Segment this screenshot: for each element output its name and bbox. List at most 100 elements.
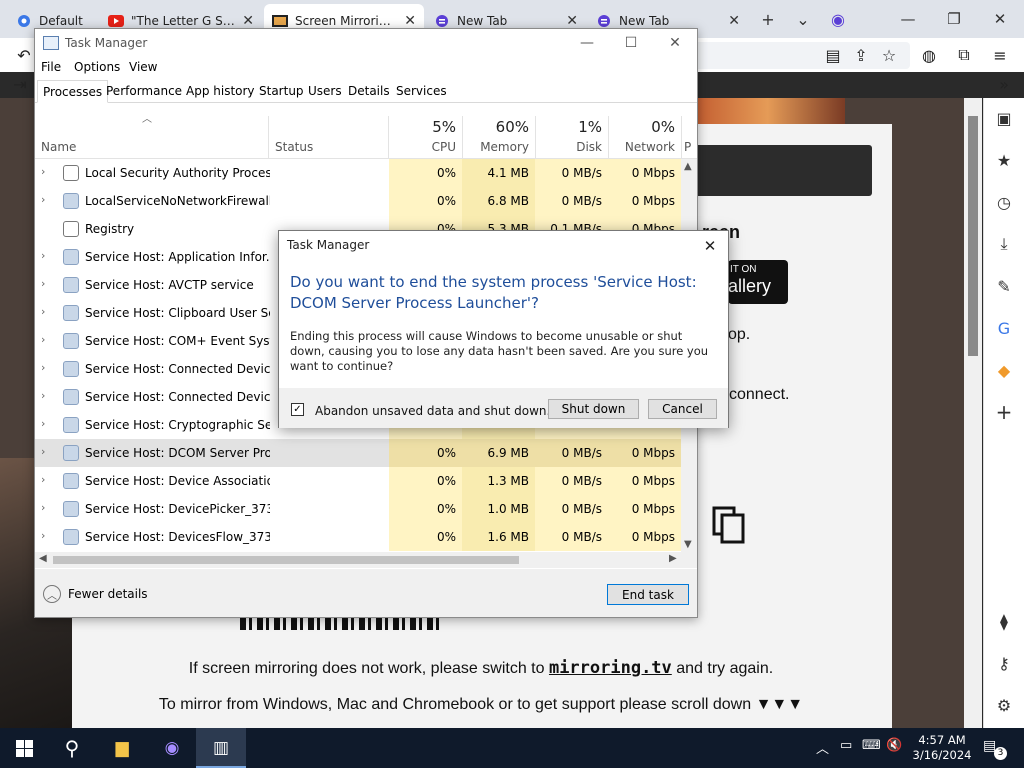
puzzle-icon[interactable]: ⧫: [993, 610, 1015, 632]
tablet-icon[interactable]: ▭: [840, 738, 852, 753]
tm-minimize-button[interactable]: —: [565, 31, 609, 55]
fewer-details-link[interactable]: Fewer details: [68, 587, 148, 601]
mirroring-tv-link[interactable]: mirroring.tv: [549, 658, 672, 678]
tm-close-button[interactable]: ✕: [653, 31, 697, 55]
column-divider[interactable]: [681, 116, 682, 159]
page-scrollbar[interactable]: [964, 98, 982, 728]
process-row[interactable]: › Service Host: DevicesFlow_37333 0% 1.6 MB…: [35, 523, 681, 551]
abandon-data-checkbox[interactable]: ✓: [291, 403, 304, 416]
tm-maximize-button[interactable]: ☐: [609, 31, 653, 55]
expand-chevron-icon[interactable]: ›: [41, 501, 45, 514]
translate-icon[interactable]: G: [993, 317, 1015, 339]
expand-chevron-icon[interactable]: ›: [41, 193, 45, 206]
expand-chevron-icon[interactable]: ›: [41, 529, 45, 542]
page-scrollbar-thumb[interactable]: [968, 116, 978, 356]
tab-close-icon[interactable]: ✕: [404, 13, 416, 29]
briefcase-icon[interactable]: ▣: [993, 107, 1015, 129]
process-row[interactable]: › Service Host: Device Associatio... 0% 1.3…: [35, 467, 681, 495]
favorites-star-icon[interactable]: ★: [993, 149, 1015, 171]
task-manager-titlebar[interactable]: Task Manager — ☐ ✕: [35, 29, 697, 57]
tab-performance[interactable]: Performance: [101, 80, 187, 103]
expand-sidebar-icon[interactable]: »: [992, 72, 1016, 96]
dialog-close-button[interactable]: ✕: [698, 234, 722, 258]
scroll-down-icon[interactable]: ▼: [684, 539, 692, 550]
process-row[interactable]: › Local Security Authority Process... 0% 4.…: [35, 159, 681, 187]
tray-overflow-chevron-icon[interactable]: ︿: [816, 738, 829, 757]
menu-file[interactable]: File: [41, 60, 61, 74]
sort-arrow-icon[interactable]: ︿: [142, 110, 152, 125]
expand-chevron-icon[interactable]: ›: [41, 473, 45, 486]
pen-icon[interactable]: ✎: [993, 275, 1015, 297]
tab-close-icon[interactable]: ✕: [728, 13, 740, 29]
expand-chevron-icon[interactable]: ›: [41, 445, 45, 458]
process-list-hscrollbar[interactable]: ◀ ▶: [35, 552, 697, 568]
reader-mode-icon[interactable]: ▤: [821, 43, 845, 67]
extension-leaf-icon[interactable]: ◆: [993, 359, 1015, 381]
expand-chevron-icon[interactable]: ›: [41, 249, 45, 262]
hscroll-thumb[interactable]: [53, 556, 519, 564]
tab-details[interactable]: Details: [343, 80, 395, 103]
extensions-icon[interactable]: ⧉: [952, 43, 976, 67]
key-icon[interactable]: ⚷: [993, 652, 1015, 674]
scroll-left-icon[interactable]: ◀: [39, 553, 47, 564]
expand-chevron-icon[interactable]: ›: [41, 333, 45, 346]
column-name[interactable]: Name: [41, 140, 76, 154]
file-explorer-icon[interactable]: ▆: [108, 734, 136, 762]
browser-logo-icon[interactable]: ◉: [827, 8, 849, 30]
menu-view[interactable]: View: [129, 60, 157, 74]
tab-processes[interactable]: Processes: [37, 80, 109, 103]
windows-start-icon[interactable]: [10, 734, 38, 762]
account-icon[interactable]: ◍: [917, 43, 941, 67]
tab-services[interactable]: Services: [391, 80, 452, 103]
column-network[interactable]: Network: [608, 140, 675, 154]
downloads-icon[interactable]: ⤓: [993, 233, 1015, 255]
menu-options[interactable]: Options: [74, 60, 120, 74]
column-cpu[interactable]: CPU: [389, 140, 456, 154]
sidebar-toggle-icon[interactable]: ⇥: [8, 72, 32, 96]
column-status[interactable]: Status: [275, 140, 313, 154]
add-sidebar-icon[interactable]: +: [993, 400, 1015, 424]
expand-chevron-icon[interactable]: ›: [41, 361, 45, 374]
new-tab-button[interactable]: +: [757, 8, 779, 30]
history-clock-icon[interactable]: ◷: [993, 191, 1015, 213]
minimize-button[interactable]: —: [886, 6, 930, 32]
tab-startup[interactable]: Startup: [254, 80, 309, 103]
settings-gear-icon[interactable]: ⚙: [993, 694, 1015, 716]
process-row[interactable]: › LocalServiceNoNetworkFirewall ... 0% 6.8 …: [35, 187, 681, 215]
taskbar-clock[interactable]: 4:57 AM 3/16/2024: [912, 733, 972, 763]
volume-muted-icon[interactable]: 🔇: [886, 738, 902, 753]
tab-close-icon[interactable]: ✕: [566, 13, 578, 29]
expand-chevron-icon[interactable]: ›: [41, 417, 45, 430]
copy-icon[interactable]: [712, 506, 746, 544]
process-row[interactable]: › Service Host: DCOM Server Proc... 0% 6.9 …: [35, 439, 681, 467]
scroll-up-icon[interactable]: ▲: [684, 161, 692, 172]
column-disk[interactable]: Disk: [535, 140, 602, 154]
search-icon[interactable]: ⚲: [58, 734, 86, 762]
scroll-right-icon[interactable]: ▶: [669, 553, 677, 564]
get-it-on-gallery-badge[interactable]: IT ON allery: [728, 260, 788, 304]
expand-chevron-icon[interactable]: ›: [41, 389, 45, 402]
expand-chevron-icon[interactable]: ›: [41, 165, 45, 178]
menu-icon[interactable]: ≡: [988, 43, 1012, 67]
abandon-data-label[interactable]: Abandon unsaved data and shut down.: [315, 404, 550, 418]
column-power-truncated[interactable]: P: [684, 140, 694, 154]
expand-chevron-icon[interactable]: ›: [41, 305, 45, 318]
restore-button[interactable]: ❐: [932, 6, 976, 32]
favorite-star-icon[interactable]: ☆: [877, 43, 901, 67]
tab-close-icon[interactable]: ✕: [242, 13, 254, 29]
back-icon[interactable]: ↶: [12, 43, 36, 67]
column-divider[interactable]: [268, 116, 269, 159]
column-memory[interactable]: Memory: [462, 140, 529, 154]
share-icon[interactable]: ⇪: [849, 43, 873, 67]
shut-down-button[interactable]: Shut down: [548, 399, 639, 419]
browser-taskbar-icon[interactable]: ◉: [158, 734, 186, 762]
expand-chevron-icon[interactable]: ›: [41, 277, 45, 290]
network-icon[interactable]: ⌨: [862, 738, 881, 753]
tab-users[interactable]: Users: [303, 80, 347, 103]
collapse-chevron-icon[interactable]: ︿: [43, 585, 61, 603]
cancel-button[interactable]: Cancel: [648, 399, 717, 419]
tab-list-chevron-icon[interactable]: ⌄: [792, 8, 814, 30]
process-row[interactable]: › Service Host: DevicePicker_37333 0% 1.0 M…: [35, 495, 681, 523]
end-task-button[interactable]: End task: [607, 584, 689, 605]
tab-app-history[interactable]: App history: [181, 80, 260, 103]
